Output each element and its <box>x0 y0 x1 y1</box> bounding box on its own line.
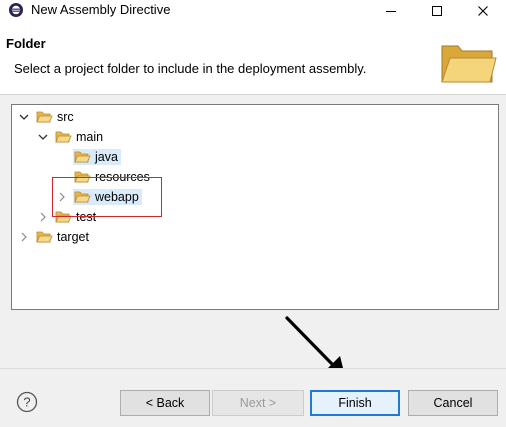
highlight-annotation-box <box>52 177 162 217</box>
help-icon[interactable]: ? <box>16 391 38 413</box>
tree-item-java[interactable]: java <box>73 147 121 167</box>
help-glyph: ? <box>23 395 30 410</box>
chevron-down-icon[interactable] <box>37 131 49 143</box>
tree-item-label: java <box>95 150 118 164</box>
page-title: Folder <box>6 36 46 51</box>
folder-icon <box>55 131 72 143</box>
close-button[interactable] <box>460 0 506 22</box>
chevron-down-icon[interactable] <box>18 111 30 123</box>
selection-highlight: java <box>73 149 121 165</box>
folder-icon <box>74 151 91 163</box>
minimize-button[interactable] <box>368 0 414 22</box>
page-description: Select a project folder to include in th… <box>14 61 367 76</box>
close-icon <box>478 6 488 16</box>
tree-item-src[interactable]: src <box>18 107 74 127</box>
minimize-icon <box>386 11 396 12</box>
maximize-icon <box>432 6 442 16</box>
maximize-button[interactable] <box>414 0 460 22</box>
back-button[interactable]: < Back <box>120 390 210 416</box>
finish-button[interactable]: Finish <box>310 390 400 416</box>
tree-item-label: target <box>57 230 89 244</box>
wizard-header: Folder Select a project folder to includ… <box>0 26 506 94</box>
tree-item-label: main <box>76 130 104 144</box>
folder-open-icon <box>441 45 497 83</box>
tree-item-label: src <box>57 110 74 124</box>
next-button[interactable]: Next > <box>212 390 304 416</box>
tree-item-target[interactable]: target <box>18 227 89 247</box>
folder-icon <box>36 111 53 123</box>
chevron-right-icon[interactable] <box>37 211 49 223</box>
cancel-button[interactable]: Cancel <box>408 390 498 416</box>
chevron-right-icon[interactable] <box>18 231 30 243</box>
folder-icon <box>36 231 53 243</box>
eclipse-app-icon <box>9 3 23 17</box>
tree-item-main[interactable]: main <box>37 127 103 147</box>
window-title: New Assembly Directive <box>31 2 171 17</box>
